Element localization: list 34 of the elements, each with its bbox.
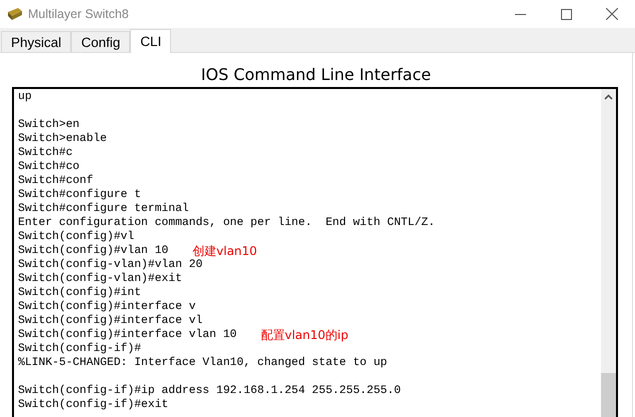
close-icon — [606, 8, 618, 20]
annotation-text: 创建vlan10 — [192, 242, 258, 259]
console-line: Switch#co — [18, 161, 80, 173]
window-title: Multilayer Switch8 — [28, 7, 129, 21]
console-line: Switch(config)#interface vl — [18, 315, 203, 327]
tab[interactable]: Config — [71, 31, 130, 52]
tab[interactable]: CLI — [130, 29, 172, 53]
scrollbar[interactable] — [601, 89, 616, 417]
console-line: Switch(config-if)#exit — [18, 399, 168, 411]
scroll-up-icon[interactable] — [604, 94, 613, 100]
annotation-text: 配置vlan10的ip — [260, 326, 348, 344]
maximize-icon — [560, 8, 572, 20]
console-line: Switch(config-vlan)#exit — [18, 273, 182, 285]
console-line: Switch#conf — [18, 175, 94, 187]
console-line: up — [18, 91, 32, 103]
console-line: Enter configuration commands, one per line. End with CNTL/Z. — [18, 217, 435, 229]
console-line: Switch>en — [18, 119, 80, 131]
console-line: Switch>enable — [18, 133, 107, 145]
console-line: Switch(config)#int — [18, 287, 142, 299]
switch-icon — [6, 6, 24, 22]
console-line: Switch(config-if)# — [18, 343, 142, 355]
console-line: Switch(config)#interface v — [18, 301, 196, 313]
console-line: Switch#configure terminal — [18, 203, 189, 215]
console-line: Switch(config)#vlan 10 — [18, 245, 168, 257]
console-line: Switch#c — [18, 147, 73, 159]
console-line: Switch(config)#interface vlan 10 — [18, 329, 237, 341]
panel-heading: IOS Command Line Interface — [200, 64, 432, 86]
scroll-thumb[interactable] — [601, 373, 616, 417]
console-line: Switch(config-vlan)#vlan 20 — [18, 259, 203, 271]
tab[interactable]: Physical — [1, 31, 72, 52]
console-line: Switch(config-if)#ip address 192.168.1.254 255.255.255.0 — [18, 385, 401, 397]
console-line: Switch#configure t — [18, 189, 142, 201]
console-line: %LINK-5-CHANGED: Interface Vlan10, changed state to up — [18, 357, 388, 369]
console-line: Switch(config)#vl — [18, 231, 134, 243]
